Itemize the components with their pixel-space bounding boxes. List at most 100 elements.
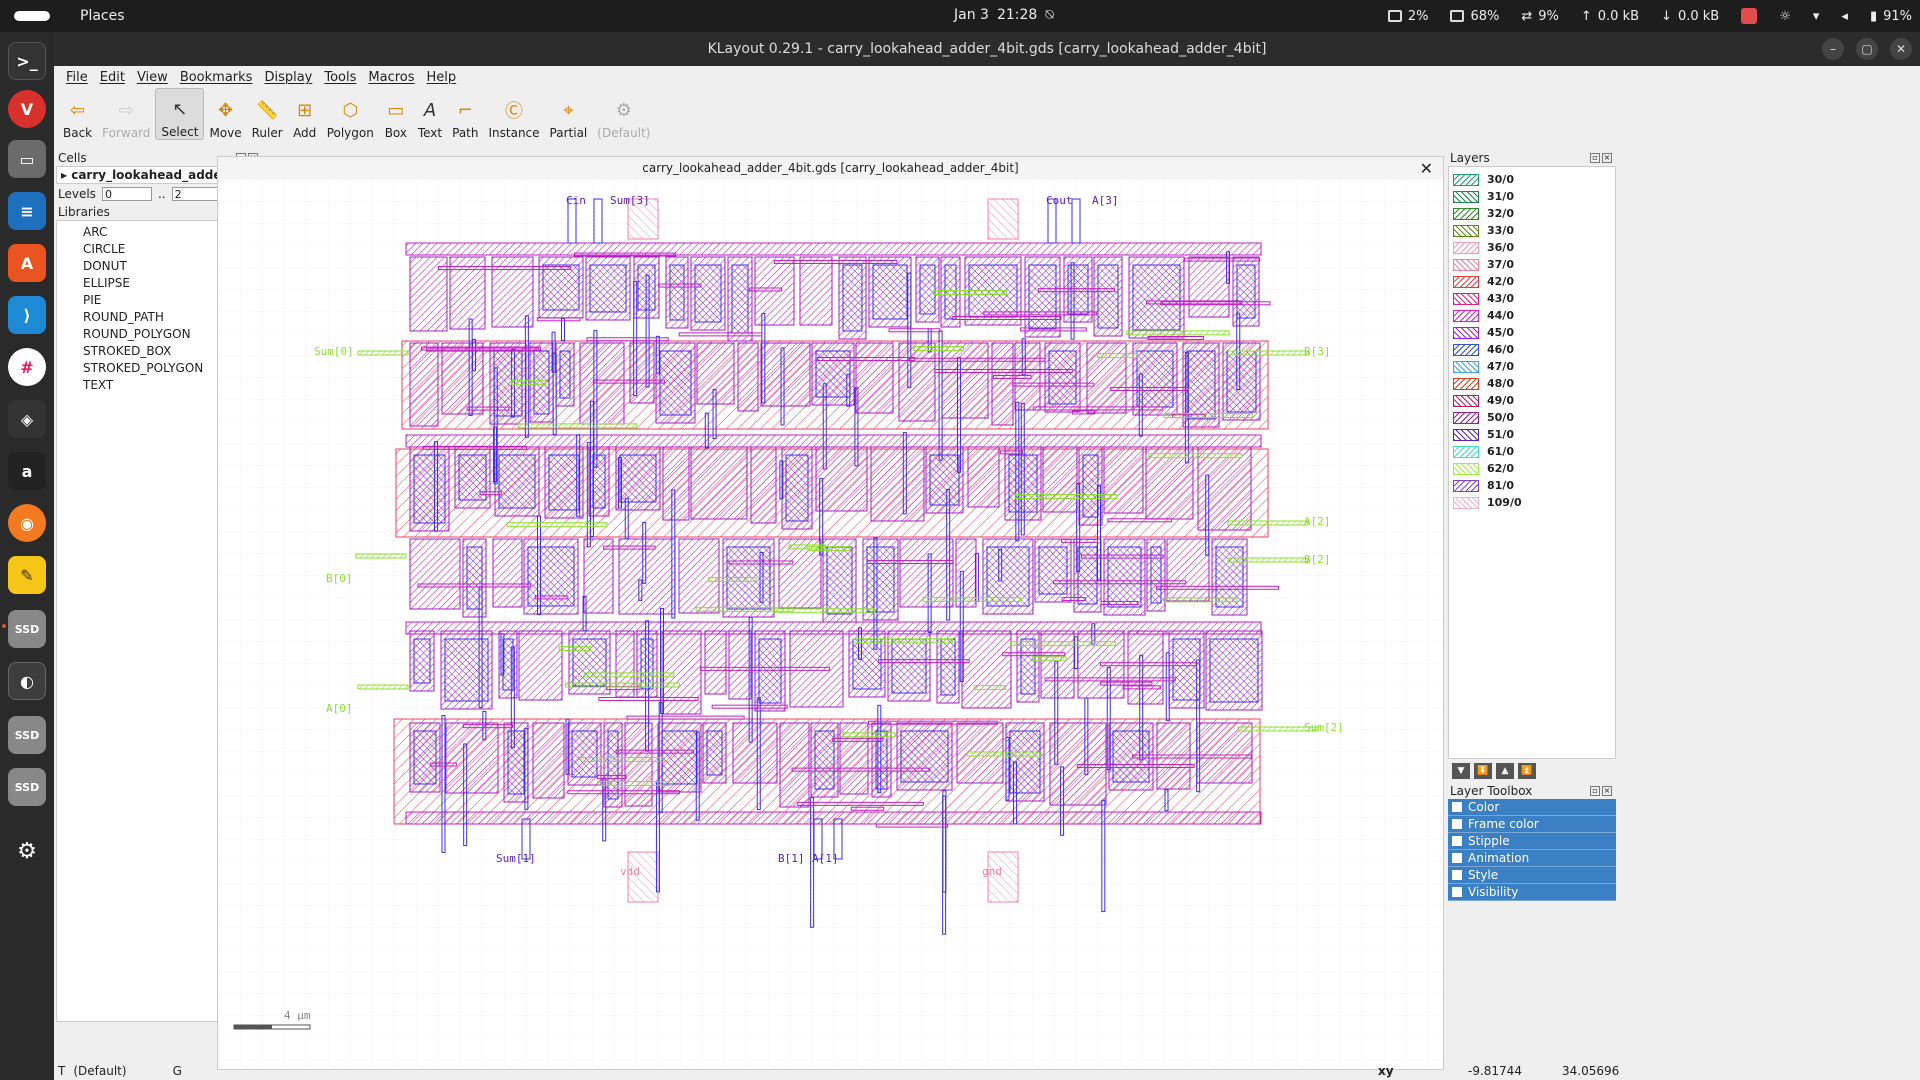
layer-row[interactable]: 33/0 <box>1453 222 1615 239</box>
ssd-drive-icon[interactable]: SSD <box>8 716 46 754</box>
menu-file[interactable]: File <box>60 70 94 85</box>
menu-help[interactable]: Help <box>421 70 463 85</box>
swap-indicator[interactable]: ⇄ 9% <box>1521 9 1559 24</box>
text-button[interactable]: A Text <box>413 88 447 141</box>
layout-shape <box>661 730 698 785</box>
toolbox-animation[interactable]: Animation <box>1448 850 1616 867</box>
menu-bookmarks[interactable]: Bookmarks <box>174 70 259 85</box>
mem-indicator[interactable]: 68% <box>1450 9 1499 24</box>
vscode-icon[interactable]: ⟩ <box>8 296 46 334</box>
close-icon[interactable]: × <box>1602 786 1612 796</box>
level-from-spinbox[interactable]: 0 <box>101 187 152 201</box>
menu-edit[interactable]: Edit <box>94 70 131 85</box>
writer-icon[interactable]: ≡ <box>8 192 46 230</box>
download-indicator[interactable]: ↓ 0.0 kB <box>1661 9 1719 24</box>
layer-name: 47/0 <box>1487 360 1514 373</box>
record-icon[interactable] <box>1741 8 1758 24</box>
text-editor-icon[interactable]: ✎ <box>8 556 46 594</box>
forward-button[interactable]: ⇨ Forward <box>97 88 155 141</box>
volume-icon[interactable]: ◂ <box>1841 9 1848 24</box>
places-menu[interactable]: Places <box>80 8 125 24</box>
layer-row[interactable]: 47/0 <box>1453 358 1615 375</box>
blender-icon[interactable]: ◐ <box>8 662 46 700</box>
layer-row[interactable]: 30/0 <box>1453 171 1615 188</box>
move-bottom-icon[interactable]: ⏬ <box>1474 763 1492 779</box>
ssd-drive-icon[interactable]: SSD <box>8 610 46 648</box>
layer-row[interactable]: 43/0 <box>1453 290 1615 307</box>
brightness-icon[interactable]: ☼ <box>1779 9 1791 24</box>
back-button[interactable]: ⇦ Back <box>58 88 97 141</box>
float-icon[interactable]: ▫ <box>1590 153 1600 163</box>
ruler-button[interactable]: 📏 Ruler <box>247 88 288 141</box>
a-app-icon[interactable]: a <box>8 452 46 490</box>
layer-row[interactable]: 50/0 <box>1453 409 1615 426</box>
toolbox-style[interactable]: Style <box>1448 867 1616 884</box>
polygon-button[interactable]: ⬡ Polygon <box>322 88 379 141</box>
close-icon[interactable]: ✕ <box>1420 159 1433 178</box>
default-mode-button[interactable]: ⚙ (Default) <box>592 88 655 141</box>
firefox-icon[interactable]: ◉ <box>8 504 46 542</box>
layer-row[interactable]: 31/0 <box>1453 188 1615 205</box>
activities-button[interactable] <box>14 11 50 21</box>
wifi-icon[interactable]: ▾ <box>1813 9 1820 24</box>
ssd-drive-icon[interactable]: SSD <box>8 768 46 806</box>
close-icon[interactable]: × <box>1602 153 1612 163</box>
menu-display[interactable]: Display <box>258 70 318 85</box>
toolbox-stipple[interactable]: Stipple <box>1448 833 1616 850</box>
box-icon[interactable]: ◈ <box>8 400 46 438</box>
layout-shape <box>967 446 1000 508</box>
add-button[interactable]: ⊞ Add <box>288 88 322 141</box>
layer-row[interactable]: 36/0 <box>1453 239 1615 256</box>
app-grid-icon[interactable]: ⚙ <box>8 832 46 870</box>
terminal-icon[interactable]: >_ <box>8 42 46 80</box>
layer-row[interactable]: 61/0 <box>1453 443 1615 460</box>
layout-shape <box>973 685 1006 691</box>
layer-row[interactable]: 32/0 <box>1453 205 1615 222</box>
instance-button[interactable]: Ⓒ Instance <box>484 88 545 140</box>
level-to-spinbox[interactable]: 2 <box>171 187 222 201</box>
toolbox-frame-color[interactable]: Frame color <box>1448 816 1616 833</box>
menu-tools[interactable]: Tools <box>318 70 362 85</box>
menu-view[interactable]: View <box>131 70 174 85</box>
layer-row[interactable]: 45/0 <box>1453 324 1615 341</box>
expand-arrow-icon[interactable]: ▸ <box>61 168 71 182</box>
layer-row[interactable]: 42/0 <box>1453 273 1615 290</box>
move-top-icon[interactable]: ⏫ <box>1518 763 1536 779</box>
toolbox-visibility[interactable]: Visibility <box>1448 884 1616 901</box>
slack-icon[interactable]: # <box>8 348 46 386</box>
partial-button[interactable]: ⌖ Partial <box>545 88 593 141</box>
path-button[interactable]: ⌐ Path <box>447 88 483 141</box>
move-button[interactable]: ✥ Move <box>204 88 246 141</box>
layer-name: 46/0 <box>1487 343 1514 356</box>
layer-row[interactable]: 62/0 <box>1453 460 1615 477</box>
layout-canvas[interactable]: Cin Sum[3] Cout A[3] Sum[0] B[3] B[0] A[2] B[2] A… <box>218 179 1443 1069</box>
cpu-indicator[interactable]: 2% <box>1387 9 1428 24</box>
layer-row[interactable]: 48/0 <box>1453 375 1615 392</box>
notification-off-icon: ⍉ <box>1045 7 1054 23</box>
toolbox-color[interactable]: Color <box>1448 799 1616 816</box>
layer-row[interactable]: 44/0 <box>1453 307 1615 324</box>
layer-row[interactable]: 37/0 <box>1453 256 1615 273</box>
select-button[interactable]: ↖ Select <box>155 88 205 140</box>
layout-view[interactable]: carry_lookahead_adder_4bit.gds [carry_lo… <box>217 156 1444 1070</box>
upload-indicator[interactable]: ↑ 0.0 kB <box>1581 9 1639 24</box>
minimize-icon[interactable]: – <box>1822 38 1844 60</box>
layer-row[interactable]: 109/0 <box>1453 494 1615 511</box>
box-button[interactable]: ▭ Box <box>379 88 413 141</box>
layer-row[interactable]: 51/0 <box>1453 426 1615 443</box>
float-icon[interactable]: ▫ <box>1590 786 1600 796</box>
cells-title: Cells <box>58 151 87 165</box>
files-icon[interactable]: ▭ <box>8 140 46 178</box>
menu-macros[interactable]: Macros <box>362 70 420 85</box>
clock[interactable]: Jan 3 21:28 ⍉ <box>954 7 1054 23</box>
maximize-icon[interactable]: ▢ <box>1856 38 1878 60</box>
move-down-icon[interactable]: ▼ <box>1452 763 1470 779</box>
move-up-icon[interactable]: ▲ <box>1496 763 1514 779</box>
app-store-icon[interactable]: A <box>8 244 46 282</box>
layer-row[interactable]: 49/0 <box>1453 392 1615 409</box>
layer-row[interactable]: 46/0 <box>1453 341 1615 358</box>
close-icon[interactable]: ✕ <box>1890 38 1912 60</box>
vivaldi-icon[interactable]: V <box>8 90 46 128</box>
layer-row[interactable]: 81/0 <box>1453 477 1615 494</box>
battery-indicator[interactable]: ▮ 91% <box>1870 9 1912 24</box>
